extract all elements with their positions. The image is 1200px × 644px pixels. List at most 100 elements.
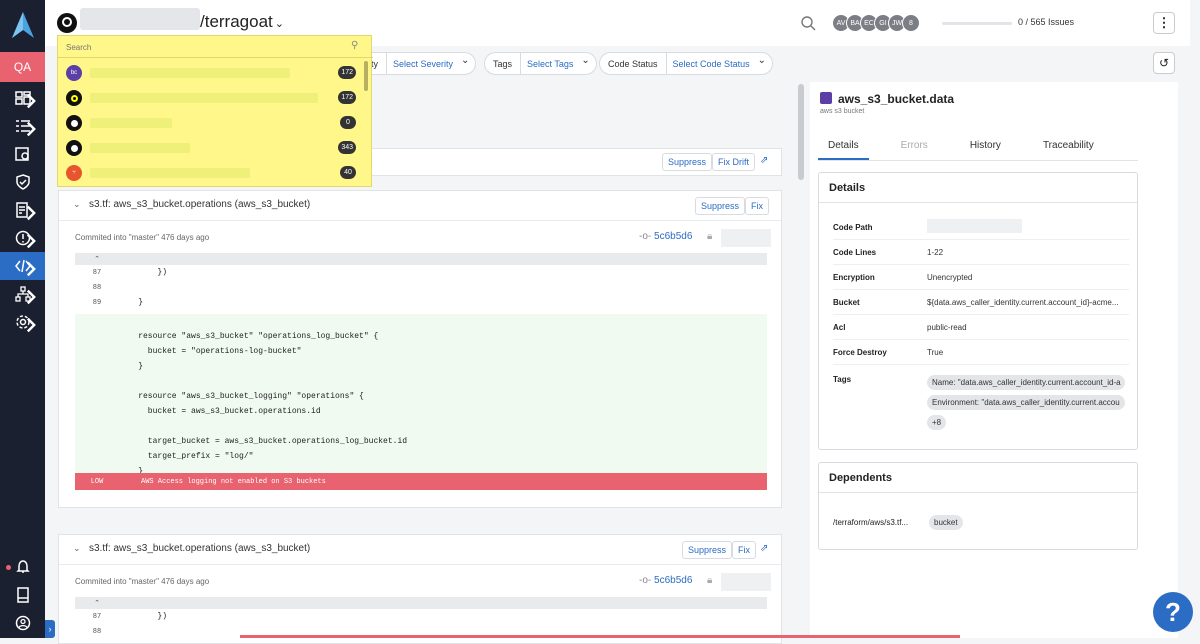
sidebar-item-settings[interactable] xyxy=(0,308,45,336)
sidebar-item-docs[interactable] xyxy=(0,581,45,609)
avatar-group[interactable]: AV BA EC GI JW 8 xyxy=(832,14,920,32)
line-text: target_bucket = aws_s3_bucket.operations… xyxy=(119,437,408,446)
more-options-button[interactable]: ⋮ xyxy=(1153,12,1175,34)
expand-lines-row[interactable]: ⌃ xyxy=(75,597,767,609)
inventory-search-icon xyxy=(14,147,29,161)
chevron-right-icon xyxy=(26,205,36,221)
code-status-select[interactable]: Select Code Status xyxy=(665,53,772,74)
external-link-icon[interactable]: ⇗ xyxy=(760,543,768,554)
page-scrollbar[interactable] xyxy=(1190,0,1200,638)
commit-info: Commited into "master" 476 days ago xyxy=(75,233,210,242)
severity-filter[interactable]: ity Select Severity xyxy=(360,52,477,75)
added-line xyxy=(75,314,767,329)
repo-option[interactable]: 0 xyxy=(66,113,356,133)
repo-option[interactable]: bc 172 xyxy=(66,63,356,83)
search-icon[interactable] xyxy=(800,15,816,31)
repo-search-input[interactable] xyxy=(66,40,326,54)
dropdown-scrollbar[interactable] xyxy=(364,61,368,91)
reset-filters-button[interactable]: ↺ xyxy=(1153,52,1175,74)
issues-progress-bar xyxy=(942,22,1012,25)
details-header: Details xyxy=(819,173,1137,203)
bell-icon xyxy=(15,560,30,573)
sidebar-item-list[interactable] xyxy=(0,112,45,140)
repo-dropdown: ⚲ bc 172 172 0 343 ⑂ 40 xyxy=(57,35,373,187)
tags-filter[interactable]: Tags Select Tags xyxy=(484,52,597,75)
repo-issue-count: 40 xyxy=(340,166,356,179)
repo-option[interactable]: ⑂ 40 xyxy=(66,163,356,183)
sidebar-item-notifications[interactable] xyxy=(0,553,45,581)
dependent-path[interactable]: /terraform/aws/s3.tf... xyxy=(833,518,908,527)
chevron-right-icon xyxy=(26,289,36,305)
collapse-caret-icon[interactable]: ⌄ xyxy=(73,199,81,210)
sidebar-expand-button[interactable]: › xyxy=(45,620,55,638)
suppress-button[interactable]: Suppress xyxy=(682,541,733,559)
more-tags-chip[interactable]: +8 xyxy=(927,415,947,430)
added-line xyxy=(75,419,767,434)
bridgecrew-icon: bc xyxy=(66,65,82,81)
line-text: target_prefix = "log/" xyxy=(119,452,254,461)
commit-hash-link[interactable]: -o- 5c6b5d6 xyxy=(639,231,692,242)
commit-icon: -o- xyxy=(639,575,652,586)
resource-title: aws_s3_bucket.data xyxy=(838,92,955,106)
tab-traceability[interactable]: Traceability xyxy=(1033,140,1104,160)
suppress-button[interactable]: Suppress xyxy=(695,197,746,215)
dependents-header: Dependents xyxy=(819,463,1137,493)
filter-label: Code Status xyxy=(608,58,658,69)
sidebar-item-dashboard[interactable] xyxy=(0,84,45,112)
sidebar-item-policies[interactable] xyxy=(0,196,45,224)
code-path-value[interactable] xyxy=(927,219,1127,235)
tag-chip: Environment: "data.aws_caller_identity.c… xyxy=(927,395,1125,410)
sidebar-item-profile[interactable] xyxy=(0,609,45,637)
severity-select[interactable]: Select Severity xyxy=(386,53,475,74)
card-header[interactable]: ⌄ s3.tf: aws_s3_bucket.operations (aws_s… xyxy=(59,535,781,565)
repo-option[interactable]: 343 xyxy=(66,138,356,158)
sidebar-item-alerts[interactable] xyxy=(0,224,45,252)
line-text: resource "aws_s3_bucket_logging" "operat… xyxy=(119,392,364,401)
detail-row: Encryption Unencrypted xyxy=(833,265,1129,290)
avatar-overflow-count[interactable]: 8 xyxy=(902,14,920,32)
list-scrollbar[interactable] xyxy=(798,84,804,180)
repo-name-redacted xyxy=(90,68,290,78)
external-link-icon[interactable]: ⇗ xyxy=(760,155,768,166)
code-status-filter[interactable]: Code Status Select Code Status xyxy=(599,52,773,75)
tab-details[interactable]: Details xyxy=(818,140,869,160)
violation-alert[interactable]: LOW AWS Access logging not enabled on S3 … xyxy=(75,473,767,490)
repo-option[interactable]: 172 xyxy=(66,88,356,108)
card-header[interactable]: ⌄ s3.tf: aws_s3_bucket.operations (aws_s… xyxy=(59,191,781,221)
fix-button[interactable]: Fix xyxy=(732,541,756,559)
added-line: resource "aws_s3_bucket" "operations_log… xyxy=(75,329,767,344)
tags-select[interactable]: Select Tags xyxy=(520,53,596,74)
sidebar-item-integrations[interactable] xyxy=(0,280,45,308)
line-number: 87 xyxy=(92,612,102,621)
expand-up-icon[interactable]: ⌃ xyxy=(75,255,119,264)
code-line: 89 } xyxy=(75,295,767,310)
git-icon: ⑂ xyxy=(66,165,82,181)
repo-issue-count: 172 xyxy=(338,66,356,79)
github-icon xyxy=(66,115,82,131)
tab-history[interactable]: History xyxy=(960,140,1011,160)
s3-bucket-icon xyxy=(820,92,832,104)
code-line: 88 xyxy=(75,280,767,295)
line-text: }) xyxy=(119,612,168,621)
collapse-caret-icon[interactable]: ⌄ xyxy=(73,543,81,554)
fix-drift-button[interactable]: Fix Drift xyxy=(712,153,755,171)
detail-key: Bucket xyxy=(833,297,860,307)
env-badge[interactable]: QA xyxy=(0,52,45,82)
sidebar: QA › xyxy=(0,0,55,638)
repo-selector[interactable]: /terragoat ⌄ xyxy=(200,12,284,32)
help-button[interactable]: ? xyxy=(1153,592,1193,632)
sidebar-item-security[interactable] xyxy=(0,168,45,196)
line-text: } xyxy=(119,298,144,307)
repo-issue-count: 343 xyxy=(338,141,356,154)
bridgecrew-logo[interactable] xyxy=(10,10,36,40)
fix-button[interactable]: Fix xyxy=(745,197,769,215)
commit-hash-link[interactable]: -o- 5c6b5d6 xyxy=(639,575,692,586)
card-title: s3.tf: aws_s3_bucket.operations (aws_s3_… xyxy=(89,199,311,210)
sidebar-item-inventory[interactable] xyxy=(0,140,45,168)
detail-tabs: Details Errors History Traceability xyxy=(818,140,1126,160)
sidebar-item-code[interactable] xyxy=(0,252,45,280)
expand-up-icon[interactable]: ⌃ xyxy=(75,599,119,608)
suppress-button[interactable]: Suppress xyxy=(662,153,713,171)
expand-lines-row[interactable]: ⌃ xyxy=(75,253,767,265)
tab-errors[interactable]: Errors xyxy=(891,140,938,160)
